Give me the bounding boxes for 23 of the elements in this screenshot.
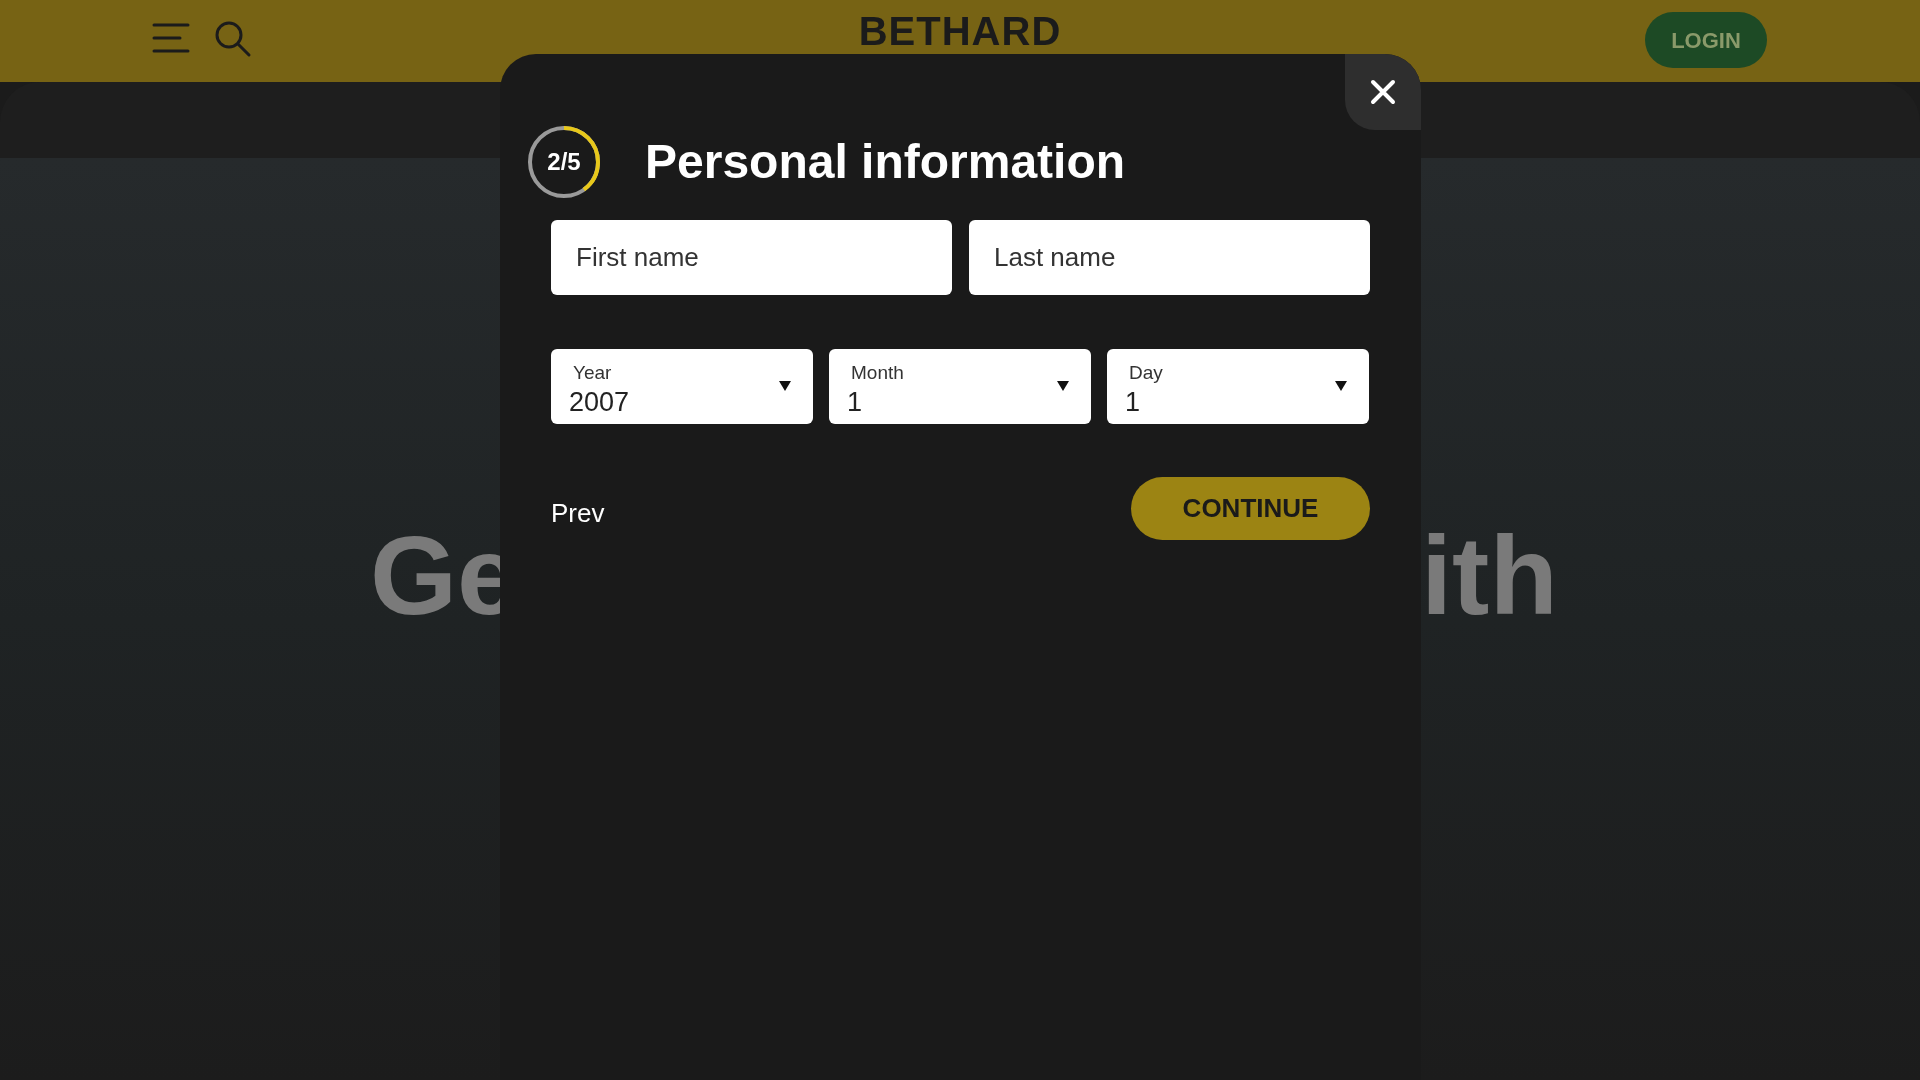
text-field[interactable]: Last name xyxy=(969,220,1370,295)
select-label: Year xyxy=(573,361,612,385)
prev-link[interactable]: Prev xyxy=(551,494,605,533)
select-value: 2007 xyxy=(569,386,630,419)
date-select[interactable]: Month 1 xyxy=(829,349,1091,424)
date-select[interactable]: Day 1 xyxy=(1107,349,1369,424)
select-value: 1 xyxy=(847,386,863,419)
continue-button[interactable]: CONTINUE xyxy=(1131,477,1370,540)
select-label: Month xyxy=(851,361,904,385)
date-select[interactable]: Year 2007 xyxy=(551,349,813,424)
hero-heading: ith xyxy=(1421,520,1558,632)
search-icon[interactable] xyxy=(214,20,252,58)
caret-icon xyxy=(1057,380,1069,392)
caret-icon xyxy=(779,380,791,392)
caret-icon xyxy=(1335,380,1347,392)
text-field[interactable]: First name xyxy=(551,220,952,295)
select-value: 1 xyxy=(1125,386,1141,419)
menu-icon[interactable] xyxy=(152,22,190,54)
close-icon xyxy=(1370,79,1396,105)
close-button[interactable] xyxy=(1345,54,1421,130)
step-indicator: 2/5 xyxy=(527,125,601,199)
modal-title: Personal information xyxy=(645,134,1126,190)
select-label: Day xyxy=(1129,361,1163,385)
